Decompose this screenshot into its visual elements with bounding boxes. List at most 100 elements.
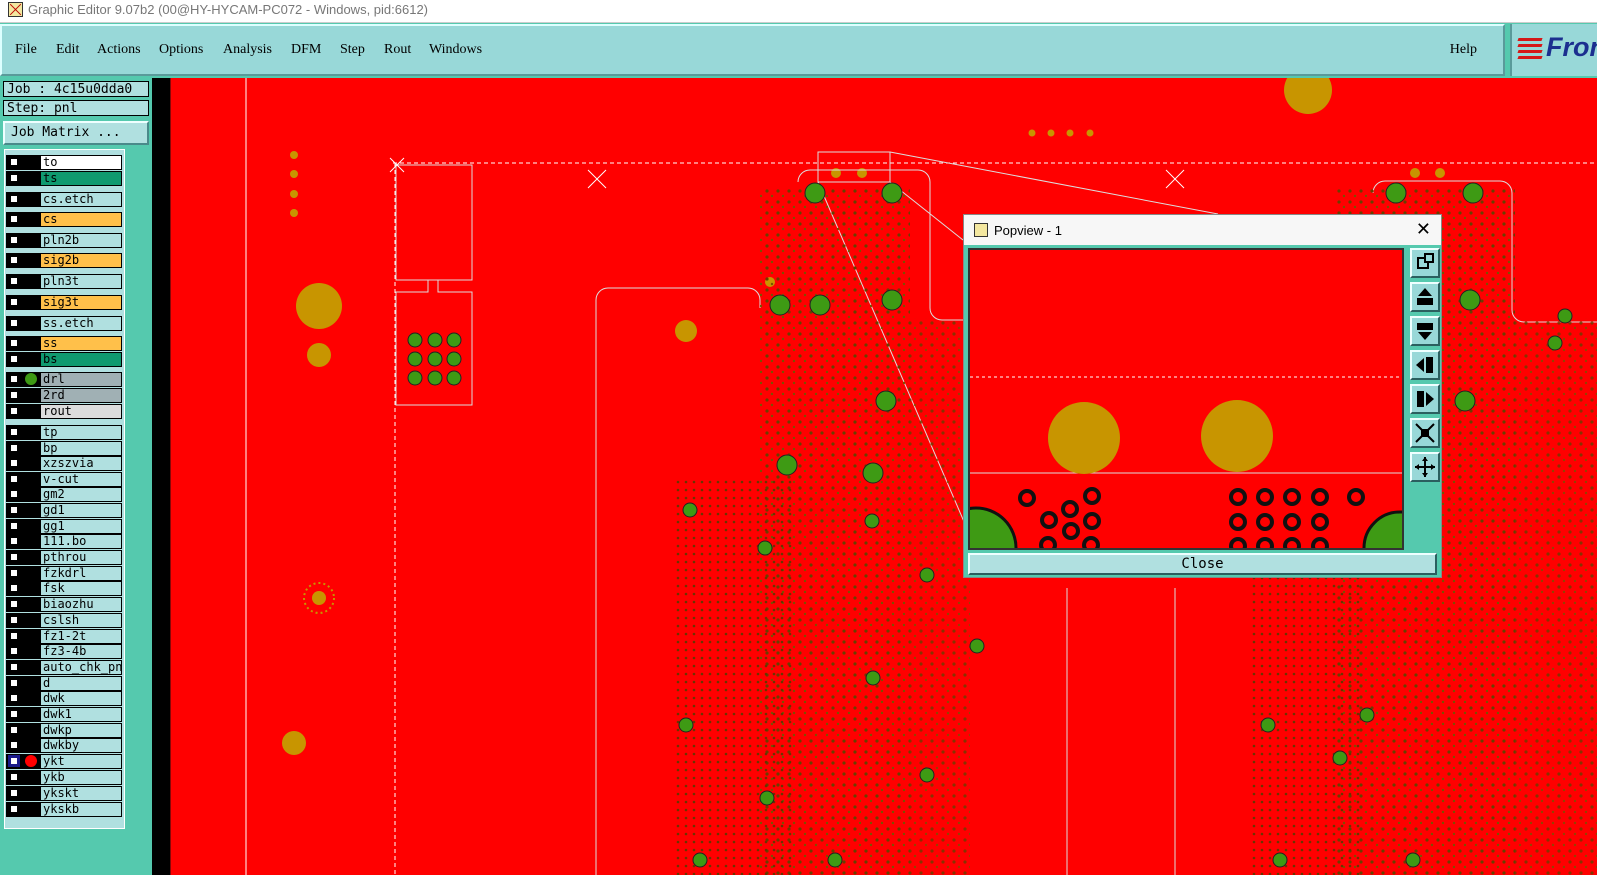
layer-row[interactable]: fzkdrl	[6, 566, 122, 581]
layer-row[interactable]: v-cut	[6, 472, 122, 487]
layer-checkbox[interactable]	[8, 317, 20, 329]
layer-name-label[interactable]: to	[40, 155, 122, 170]
layer-checkbox[interactable]	[8, 373, 20, 385]
layer-row[interactable]: dwk1	[6, 707, 122, 722]
layer-checkbox[interactable]	[8, 598, 20, 610]
layer-row[interactable]: pthrou	[6, 550, 122, 565]
job-matrix-button[interactable]: Job Matrix ...	[3, 121, 149, 145]
layer-checkbox[interactable]	[8, 172, 20, 184]
menu-options[interactable]: Options	[159, 42, 203, 58]
layer-row[interactable]: fz3-4b	[6, 644, 122, 659]
layer-checkbox[interactable]	[8, 630, 20, 642]
layer-checkbox[interactable]	[8, 488, 20, 500]
layer-checkbox[interactable]	[8, 661, 20, 673]
layer-checkbox[interactable]	[8, 724, 20, 736]
layer-row[interactable]: ykb	[6, 770, 122, 785]
pan-down-icon[interactable]	[1410, 316, 1440, 346]
layer-name-label[interactable]: ykt	[40, 754, 122, 769]
layer-name-label[interactable]: dwk	[40, 691, 122, 706]
layer-name-label[interactable]: ykskt	[40, 786, 122, 801]
layer-name-label[interactable]: gd1	[40, 503, 122, 518]
layer-checkbox[interactable]	[8, 426, 20, 438]
layer-row[interactable]: dwk	[6, 691, 122, 706]
layer-checkbox[interactable]	[8, 771, 20, 783]
layer-checkbox[interactable]	[8, 353, 20, 365]
layer-name-label[interactable]: fzkdrl	[40, 566, 122, 581]
layer-checkbox[interactable]	[8, 614, 20, 626]
layer-row[interactable]: xzszvia	[6, 456, 122, 471]
layer-name-label[interactable]: auto_chk_pnl	[40, 660, 122, 675]
layer-row[interactable]: sig3t	[6, 295, 122, 310]
layer-name-label[interactable]: drl	[40, 372, 122, 387]
layer-name-label[interactable]: ss	[40, 336, 122, 351]
layer-row[interactable]: gd1	[6, 503, 122, 518]
layer-checkbox[interactable]	[8, 567, 20, 579]
layer-checkbox[interactable]	[8, 193, 20, 205]
layer-row[interactable]: to	[6, 155, 122, 170]
layer-checkbox[interactable]	[8, 739, 20, 751]
layer-row[interactable]: dwkp	[6, 723, 122, 738]
layer-row[interactable]: sig2b	[6, 253, 122, 268]
layer-row[interactable]: gm2	[6, 487, 122, 502]
layer-row[interactable]: ss	[6, 336, 122, 351]
layer-name-label[interactable]: 2rd	[40, 388, 122, 403]
layer-name-label[interactable]: ykskb	[40, 802, 122, 817]
layer-name-label[interactable]: pln3t	[40, 274, 122, 289]
layer-row[interactable]: rout	[6, 404, 122, 419]
layer-checkbox[interactable]	[8, 520, 20, 532]
popview-close-button[interactable]: Close	[968, 553, 1437, 575]
layer-name-label[interactable]: sig2b	[40, 253, 122, 268]
layer-checkbox[interactable]	[8, 551, 20, 563]
menu-step[interactable]: Step	[340, 42, 365, 58]
menu-help[interactable]: Help	[1450, 42, 1477, 58]
popview-close-icon[interactable]: ✕	[1416, 219, 1431, 240]
layer-row[interactable]: cs	[6, 212, 122, 227]
layer-name-label[interactable]: gm2	[40, 487, 122, 502]
layer-checkbox[interactable]	[8, 535, 20, 547]
layer-name-label[interactable]: d	[40, 676, 122, 691]
layer-checkbox[interactable]	[8, 787, 20, 799]
layer-name-label[interactable]: cs	[40, 212, 122, 227]
layer-row[interactable]: pln3t	[6, 274, 122, 289]
menu-edit[interactable]: Edit	[56, 42, 79, 58]
menu-dfm[interactable]: DFM	[291, 42, 321, 58]
menu-actions[interactable]: Actions	[97, 42, 141, 58]
layer-name-label[interactable]: dwkby	[40, 738, 122, 753]
layer-checkbox[interactable]	[8, 337, 20, 349]
zoom-in-icon[interactable]	[1410, 452, 1440, 482]
layer-name-label[interactable]: rout	[40, 404, 122, 419]
layer-row[interactable]: ss.etch	[6, 316, 122, 331]
layer-row[interactable]: gg1	[6, 519, 122, 534]
layer-row[interactable]: cslsh	[6, 613, 122, 628]
layer-row[interactable]: auto_chk_pnl	[6, 660, 122, 675]
layer-row[interactable]: ykskt	[6, 786, 122, 801]
layer-row[interactable]: dwkby	[6, 738, 122, 753]
menu-windows[interactable]: Windows	[429, 42, 482, 58]
layer-checkbox[interactable]	[8, 803, 20, 815]
layer-name-label[interactable]: cslsh	[40, 613, 122, 628]
layer-name-label[interactable]: cs.etch	[40, 192, 122, 207]
layer-name-label[interactable]: fz3-4b	[40, 644, 122, 659]
layer-name-label[interactable]: bp	[40, 441, 122, 456]
layer-row[interactable]: cs.etch	[6, 192, 122, 207]
layer-name-label[interactable]: ykb	[40, 770, 122, 785]
layer-name-label[interactable]: fsk	[40, 581, 122, 596]
menu-analysis[interactable]: Analysis	[223, 42, 272, 58]
layer-name-label[interactable]: dwk1	[40, 707, 122, 722]
layer-row[interactable]: 111.bo	[6, 534, 122, 549]
layer-checkbox[interactable]	[8, 275, 20, 287]
layer-checkbox[interactable]	[8, 677, 20, 689]
menu-file[interactable]: File	[15, 42, 37, 58]
layer-checkbox[interactable]	[8, 442, 20, 454]
layer-row[interactable]: ykt	[6, 754, 122, 769]
layer-name-label[interactable]: fz1-2t	[40, 629, 122, 644]
layer-name-label[interactable]: 111.bo	[40, 534, 122, 549]
layer-checkbox[interactable]	[8, 504, 20, 516]
layer-name-label[interactable]: sig3t	[40, 295, 122, 310]
layer-checkbox[interactable]	[8, 405, 20, 417]
pan-left-icon[interactable]	[1410, 350, 1440, 380]
layer-checkbox[interactable]	[8, 296, 20, 308]
layer-name-label[interactable]: pln2b	[40, 233, 122, 248]
layer-row[interactable]: fsk	[6, 581, 122, 596]
layer-name-label[interactable]: pthrou	[40, 550, 122, 565]
